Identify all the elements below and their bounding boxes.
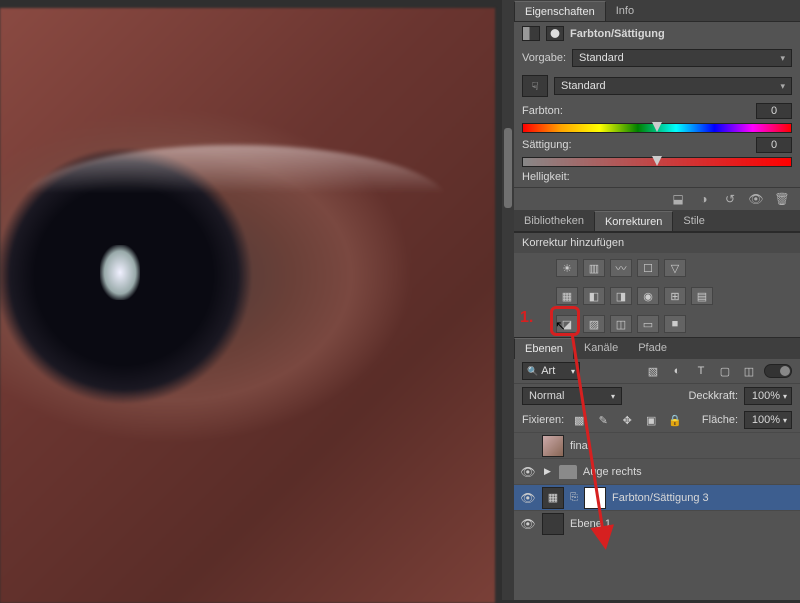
layer-row-hue-sat-3[interactable]: 👁 ▦ ⎘ Farbton/Sättigung 3: [514, 484, 800, 510]
tab-channels[interactable]: Kanäle: [574, 338, 628, 359]
layer-group-name: Auge rechts: [583, 466, 642, 478]
eye-icon[interactable]: 👁: [520, 517, 536, 531]
adjustment-type-icon: [522, 26, 540, 41]
adj-color-lookup-icon[interactable]: ▤: [691, 287, 713, 305]
adj-brightness-icon[interactable]: ☀: [556, 259, 578, 277]
preset-label: Vorgabe:: [522, 52, 566, 64]
scrollbar-thumb[interactable]: [504, 128, 512, 208]
canvas-vertical-scrollbar[interactable]: [502, 0, 514, 600]
lock-label: Fixieren:: [522, 414, 564, 426]
tab-layers[interactable]: Ebenen: [514, 338, 574, 359]
fill-label: Fläche:: [702, 414, 738, 426]
adj-vibrance-icon[interactable]: ▽: [664, 259, 686, 277]
adj-threshold-icon[interactable]: ◫: [610, 315, 632, 333]
saturation-slider[interactable]: [522, 157, 792, 167]
layer-filter-dropdown[interactable]: Art: [522, 362, 580, 380]
layer-name: Ebene 1: [570, 518, 611, 530]
hue-value[interactable]: 0: [756, 103, 792, 119]
filter-toggle[interactable]: [764, 364, 792, 378]
trash-icon[interactable]: 🗑: [774, 192, 790, 206]
eye-icon[interactable]: 👁: [520, 465, 536, 479]
layer-name: final: [570, 440, 590, 452]
group-expand-icon[interactable]: ▶: [544, 466, 551, 477]
lock-all-icon[interactable]: 🔒: [666, 413, 684, 427]
opacity-label: Deckkraft:: [688, 390, 738, 402]
tab-info[interactable]: Info: [606, 1, 644, 20]
adj-selective-color-icon[interactable]: ■: [664, 315, 686, 333]
lightness-label: Helligkeit:: [522, 171, 570, 183]
adj-gradient-map-icon[interactable]: ▭: [637, 315, 659, 333]
adj-photo-filter-icon[interactable]: ◉: [637, 287, 659, 305]
adj-hue-sat-icon[interactable]: ▦: [556, 287, 578, 305]
lock-pixels-icon[interactable]: ✎: [594, 413, 612, 427]
adj-levels-icon[interactable]: ▥: [583, 259, 605, 277]
tab-properties[interactable]: Eigenschaften: [514, 1, 606, 21]
tab-libraries[interactable]: Bibliotheken: [514, 211, 594, 230]
annotation-highlight-box: [550, 306, 580, 336]
add-adjustment-heading: Korrektur hinzufügen: [514, 232, 800, 253]
adj-curves-icon[interactable]: 〰: [610, 259, 632, 277]
filter-type-icon[interactable]: T: [692, 364, 710, 378]
view-previous-icon[interactable]: ◑: [696, 192, 712, 206]
adj-bw-icon[interactable]: ◨: [610, 287, 632, 305]
lock-position-icon[interactable]: ✥: [618, 413, 636, 427]
fill-value[interactable]: 100%: [744, 411, 792, 429]
opacity-value[interactable]: 100%: [744, 387, 792, 405]
blend-mode-dropdown[interactable]: Normal: [522, 387, 622, 405]
mask-mode-icon[interactable]: [546, 26, 564, 41]
link-icon[interactable]: ⎘: [570, 492, 578, 503]
layer-thumbnail: [542, 513, 564, 535]
eye-icon[interactable]: 👁: [520, 491, 536, 505]
preset-dropdown[interactable]: Standard: [572, 49, 792, 67]
adj-color-balance-icon[interactable]: ◧: [583, 287, 605, 305]
color-range-dropdown[interactable]: Standard: [554, 77, 792, 95]
lock-artboard-icon[interactable]: ▣: [642, 413, 660, 427]
tab-paths[interactable]: Pfade: [628, 338, 677, 359]
saturation-label: Sättigung:: [522, 139, 572, 151]
adj-channel-mixer-icon[interactable]: ⊞: [664, 287, 686, 305]
clip-to-layer-icon[interactable]: ⬓: [670, 192, 686, 206]
hue-label: Farbton:: [522, 105, 563, 117]
filter-shape-icon[interactable]: ▢: [716, 364, 734, 378]
layer-row-final[interactable]: final: [514, 432, 800, 458]
hue-slider[interactable]: [522, 123, 792, 133]
filter-adjust-icon[interactable]: ◐: [668, 364, 686, 378]
layer-thumbnail: [542, 435, 564, 457]
layer-group-auge-rechts[interactable]: 👁 ▶ Auge rechts: [514, 458, 800, 484]
tab-adjustments[interactable]: Korrekturen: [594, 211, 673, 231]
targeted-adjustment-tool[interactable]: ☟: [522, 75, 548, 97]
layer-mask-thumb[interactable]: [584, 487, 606, 509]
adjustment-title: Farbton/Sättigung: [570, 28, 665, 40]
lock-transparency-icon[interactable]: ▩: [570, 413, 588, 427]
saturation-value[interactable]: 0: [756, 137, 792, 153]
filter-smart-icon[interactable]: ◫: [740, 364, 758, 378]
layer-row-ebene1[interactable]: 👁 Ebene 1: [514, 510, 800, 536]
layer-name: Farbton/Sättigung 3: [612, 492, 709, 504]
tab-styles[interactable]: Stile: [673, 211, 714, 230]
adj-posterize-icon[interactable]: ▨: [583, 315, 605, 333]
folder-icon: [559, 465, 577, 479]
adjustment-thumb-icon: ▦: [542, 487, 564, 509]
annotation-step-number: 1.: [520, 309, 533, 327]
adj-exposure-icon[interactable]: ☐: [637, 259, 659, 277]
reset-icon[interactable]: ↺: [722, 192, 738, 206]
visibility-icon[interactable]: 👁: [748, 192, 764, 206]
document-canvas[interactable]: [0, 0, 500, 600]
filter-pixel-icon[interactable]: ▧: [644, 364, 662, 378]
